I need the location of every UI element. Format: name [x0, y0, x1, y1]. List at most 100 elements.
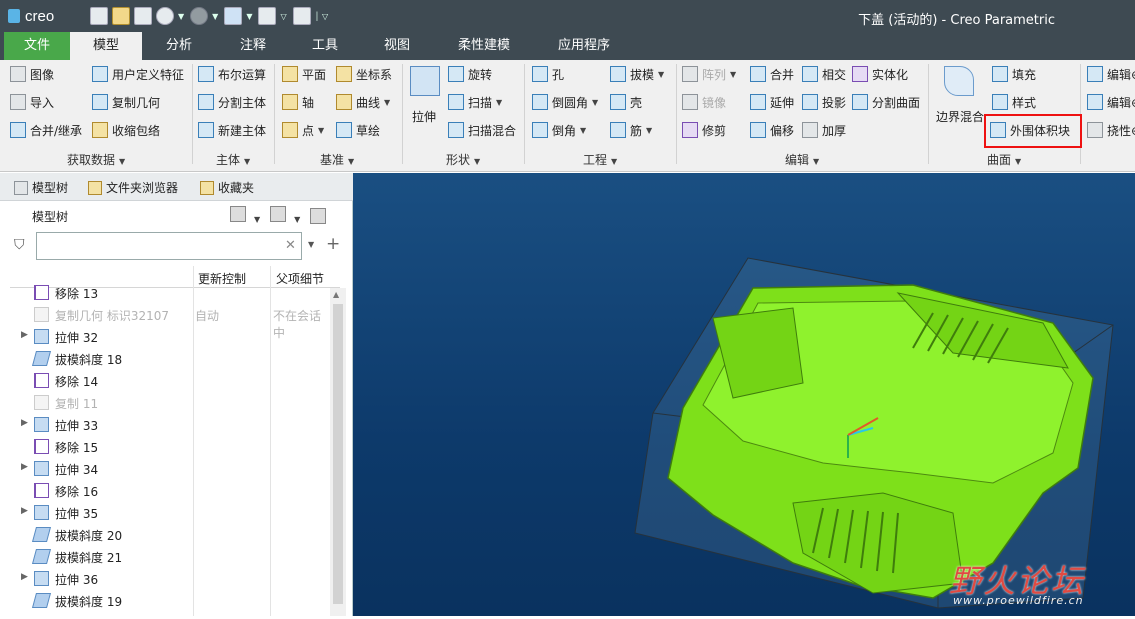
intersect-button[interactable]: 相交 [802, 63, 846, 85]
tree-row[interactable]: 移除 16 [0, 480, 330, 502]
close-window-icon[interactable] [292, 7, 311, 25]
group-datum[interactable]: 基准 ▼ [320, 151, 354, 168]
regenerate-dropdown-icon[interactable]: ▼ [246, 12, 252, 21]
tab-folder-browser[interactable]: 文件夹浏览器 [88, 179, 178, 196]
expand-arrow-icon[interactable]: ▶ [21, 330, 28, 340]
coordinate-system-button[interactable]: 坐标系 [336, 63, 392, 85]
image-button[interactable]: 图像 [10, 63, 54, 85]
round-button[interactable]: 倒圆角 ▼ [532, 91, 598, 113]
tree-row[interactable]: ▶ 拉伸 36 [0, 568, 330, 590]
thicken-button[interactable]: 加厚 [802, 119, 846, 141]
tree-row[interactable]: 拔模斜度 18 [0, 348, 330, 370]
point-button[interactable]: 点 ▼ [282, 119, 324, 141]
filter-icon[interactable]: ⛉ [14, 237, 25, 253]
tab-view[interactable]: 视图 [364, 32, 430, 60]
import-button[interactable]: 导入 [10, 91, 54, 113]
fill-button[interactable]: 填充 [992, 63, 1036, 85]
solidify-button[interactable]: 实体化 [852, 63, 908, 85]
flex-button[interactable]: 挠性⊕ [1087, 119, 1135, 141]
tree-row[interactable]: 移除 15 [0, 436, 330, 458]
tree-scrollbar[interactable]: ▲ [330, 288, 346, 616]
tree-row[interactable]: 移除 13 [0, 282, 330, 304]
tab-analysis[interactable]: 分析 [146, 32, 212, 60]
draft-button[interactable]: 拔模 ▼ [610, 63, 664, 85]
offset-button[interactable]: 偏移 [750, 119, 794, 141]
group-shapes[interactable]: 形状 ▼ [446, 151, 480, 168]
add-icon[interactable]: + [326, 234, 340, 254]
tab-model[interactable]: 模型 [70, 32, 142, 60]
merge-button[interactable]: 合并 [750, 63, 794, 85]
tab-flexible-modeling[interactable]: 柔性建模 [446, 32, 522, 60]
edit-button-1[interactable]: 编辑⊕ [1087, 63, 1135, 85]
windows-dropdown-icon[interactable]: ▽ [280, 12, 286, 21]
scroll-up-icon[interactable]: ▲ [333, 290, 339, 299]
new-file-icon[interactable] [90, 7, 108, 25]
split-surface-button[interactable]: 分割曲面 [852, 91, 920, 113]
extrude-button[interactable]: 拉伸 [408, 64, 444, 126]
scrollbar-thumb[interactable] [333, 304, 343, 604]
group-engineering[interactable]: 工程 ▼ [583, 151, 617, 168]
tree-row[interactable]: ▶ 拉伸 35 [0, 502, 330, 524]
tree-row[interactable]: 拔模斜度 21 [0, 546, 330, 568]
edit-button-2[interactable]: 编辑⊕ [1087, 91, 1135, 113]
save-icon[interactable] [134, 7, 152, 25]
redo-icon[interactable] [190, 7, 209, 25]
group-body[interactable]: 主体 ▼ [216, 151, 250, 168]
curve-button[interactable]: 曲线 ▼ [336, 91, 390, 113]
group-surfaces[interactable]: 曲面 ▼ [987, 151, 1021, 168]
axis-button[interactable]: 轴 [282, 91, 314, 113]
expand-arrow-icon[interactable]: ▶ [21, 462, 28, 472]
redo-dropdown-icon[interactable]: ▼ [212, 12, 218, 21]
hole-button[interactable]: 孔 [532, 63, 564, 85]
pattern-button[interactable]: 阵列 ▼ [682, 63, 736, 85]
revolve-button[interactable]: 旋转 [448, 63, 492, 85]
clear-icon[interactable]: ✕ [285, 238, 296, 253]
boolean-button[interactable]: 布尔运算 [198, 63, 266, 85]
mirror-button[interactable]: 镜像 [682, 91, 726, 113]
customize-toolbar-icon[interactable]: │ ▽ [315, 12, 329, 21]
shrinkwrap-button[interactable]: 收缩包络 [92, 119, 160, 141]
tree-row[interactable]: ▶ 拉伸 32 [0, 326, 330, 348]
regenerate-icon[interactable] [224, 7, 243, 25]
shell-button[interactable]: 壳 [610, 91, 642, 113]
graphics-window[interactable] [353, 173, 1135, 616]
tree-row[interactable]: 移除 14 [0, 370, 330, 392]
tree-row[interactable]: 复制 11 [0, 392, 330, 414]
tree-filter-icon[interactable] [310, 207, 327, 224]
tree-row[interactable]: ▶ 拉伸 33 [0, 414, 330, 436]
trim-button[interactable]: 修剪 [682, 119, 726, 141]
tree-search-input[interactable] [36, 232, 302, 260]
expand-arrow-icon[interactable]: ▶ [21, 418, 28, 428]
windows-icon[interactable] [258, 7, 277, 25]
tree-row[interactable]: ▶ 拉伸 34 [0, 458, 330, 480]
enclosure-volume-button[interactable]: 外围体积块 [990, 119, 1070, 141]
tree-settings-button[interactable]: ▼ [230, 206, 260, 225]
undo-icon[interactable] [156, 7, 174, 25]
boundary-blend-button[interactable]: 边界混合 [934, 64, 984, 126]
chamfer-button[interactable]: 倒角 ▼ [532, 119, 586, 141]
tab-favorites[interactable]: 收藏夹 [200, 179, 254, 196]
tab-model-tree[interactable]: 模型树 [14, 179, 68, 196]
plane-button[interactable]: 平面 [282, 63, 326, 85]
open-folder-icon[interactable] [112, 7, 130, 25]
project-button[interactable]: 投影 [802, 91, 846, 113]
tab-file[interactable]: 文件 [4, 32, 70, 60]
tree-columns-button[interactable]: ▼ [270, 206, 300, 225]
merge-inherit-button[interactable]: 合并/继承 [10, 119, 82, 141]
tab-applications[interactable]: 应用程序 [546, 32, 622, 60]
split-body-button[interactable]: 分割主体 [198, 91, 266, 113]
tree-row[interactable]: 拔模斜度 20 [0, 524, 330, 546]
user-defined-feature-button[interactable]: 用户定义特征 [92, 63, 184, 85]
group-editing[interactable]: 编辑 ▼ [785, 151, 819, 168]
group-get-data[interactable]: 获取数据 ▼ [67, 151, 125, 168]
undo-dropdown-icon[interactable]: ▼ [178, 12, 184, 21]
swept-blend-button[interactable]: 扫描混合 [448, 119, 516, 141]
tab-tools[interactable]: 工具 [292, 32, 358, 60]
extend-button[interactable]: 延伸 [750, 91, 794, 113]
new-body-button[interactable]: 新建主体 [198, 119, 266, 141]
style-button[interactable]: 样式 [992, 91, 1036, 113]
tab-annotate[interactable]: 注释 [220, 32, 286, 60]
search-dropdown-icon[interactable]: ▼ [308, 240, 314, 249]
copy-geometry-button[interactable]: 复制几何 [92, 91, 160, 113]
expand-arrow-icon[interactable]: ▶ [21, 572, 28, 582]
